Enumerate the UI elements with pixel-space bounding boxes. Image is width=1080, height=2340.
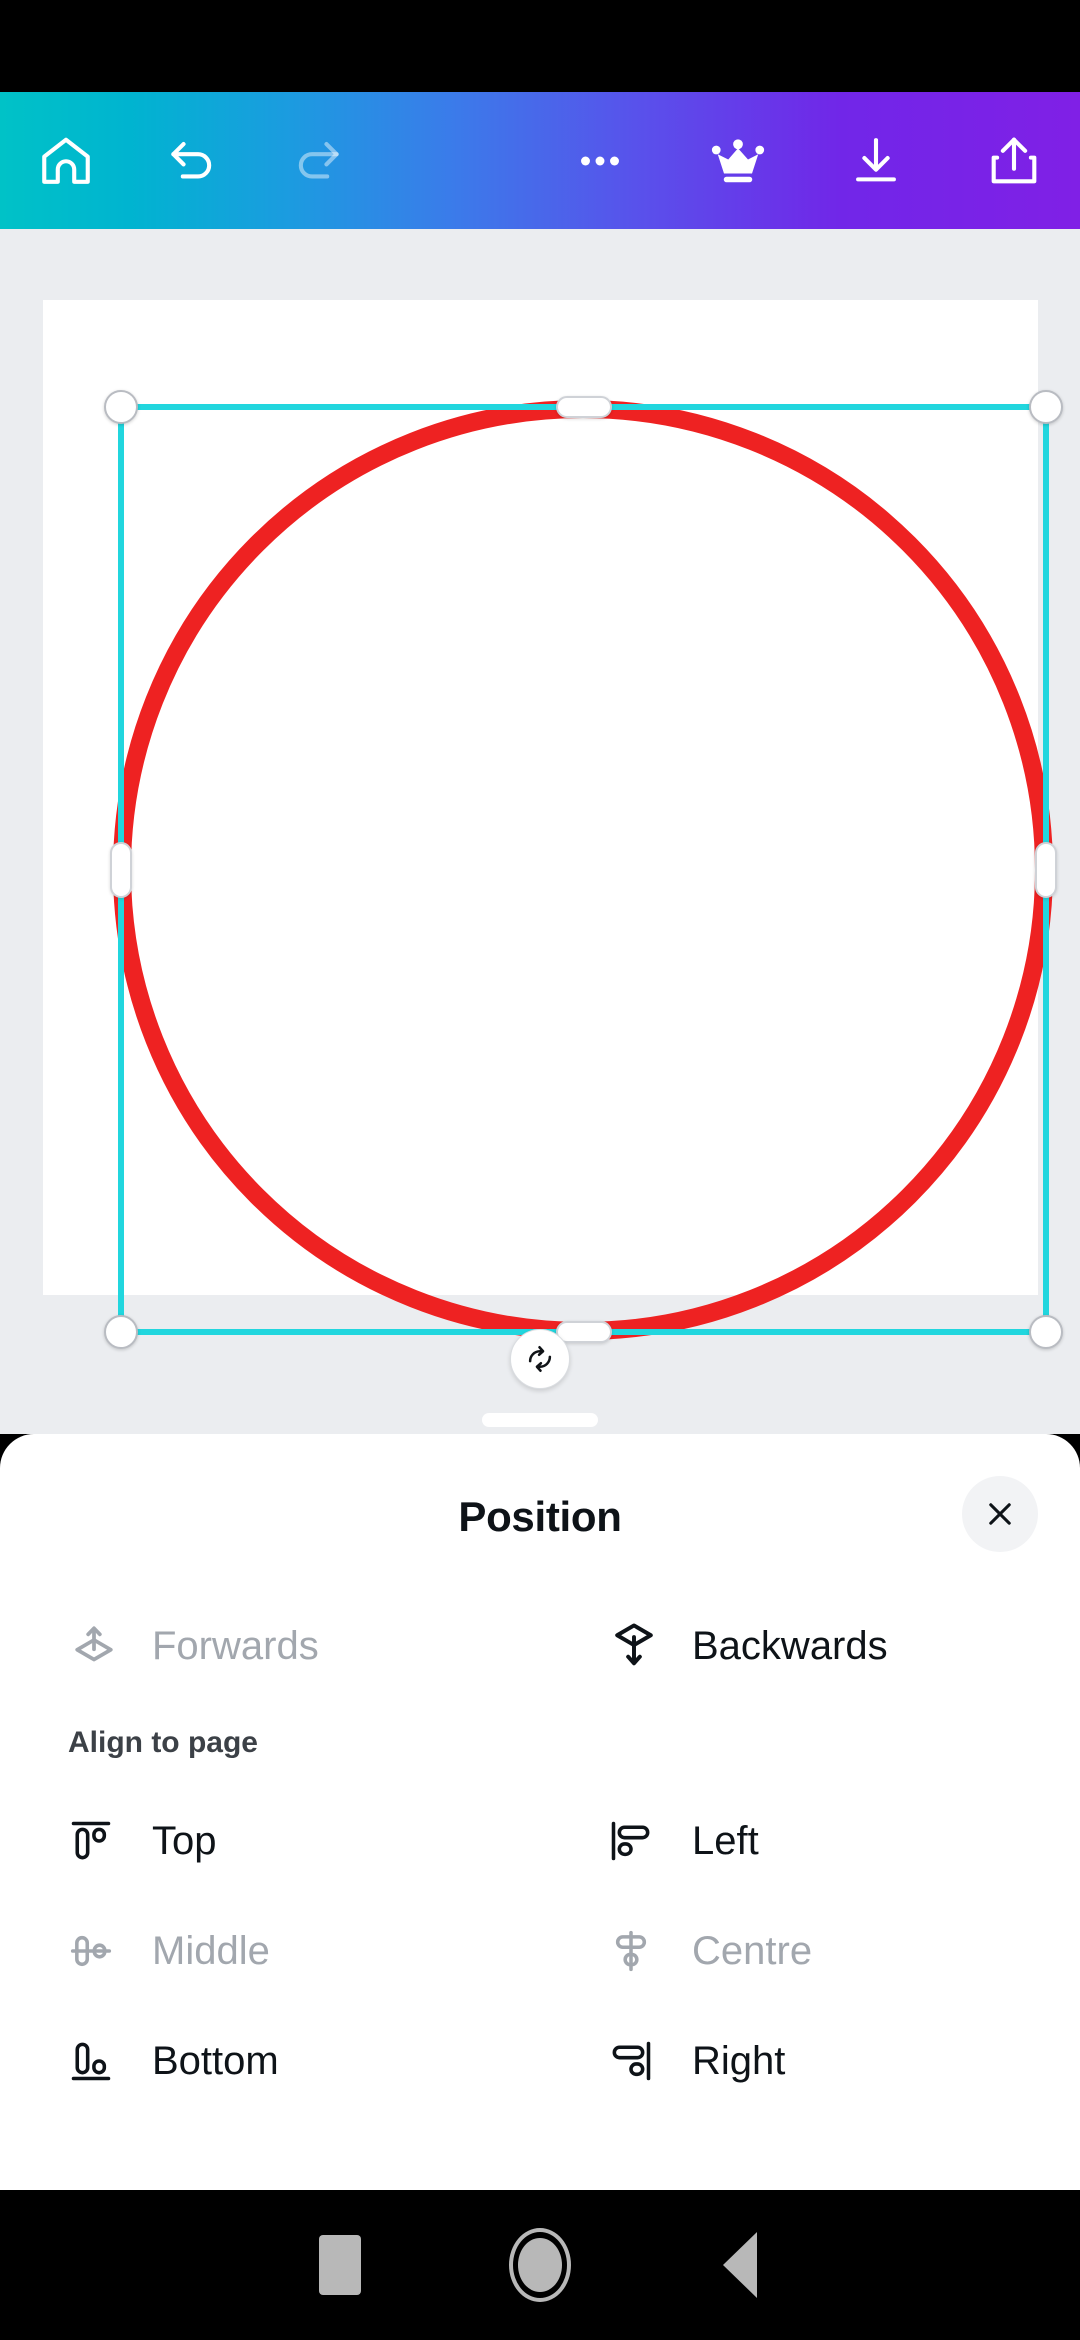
undo-icon bbox=[163, 132, 221, 190]
design-page[interactable] bbox=[43, 300, 1063, 1349]
redo-button[interactable] bbox=[270, 113, 366, 209]
align-top-button[interactable]: Top bbox=[0, 1786, 540, 1896]
order-actions-row: Forwards Backwards bbox=[0, 1582, 1080, 1710]
sheet-drag-grabber[interactable] bbox=[482, 1413, 598, 1427]
align-row-3: Bottom Right bbox=[0, 2006, 1080, 2116]
resize-handle-bottom-left[interactable] bbox=[104, 1315, 138, 1349]
canvas-workspace[interactable] bbox=[0, 229, 1080, 1434]
nav-back-button[interactable] bbox=[640, 2190, 840, 2340]
share-upload-icon bbox=[985, 132, 1043, 190]
redo-icon bbox=[289, 132, 347, 190]
resize-handle-top-right[interactable] bbox=[1029, 390, 1063, 424]
rotate-icon bbox=[524, 1343, 556, 1375]
circle-icon-inner bbox=[518, 2238, 562, 2292]
align-bottom-icon bbox=[66, 2036, 116, 2086]
pro-button[interactable] bbox=[690, 113, 786, 209]
rotate-handle[interactable] bbox=[510, 1329, 570, 1389]
align-centre-icon bbox=[606, 1926, 656, 1976]
align-left-icon bbox=[606, 1816, 656, 1866]
forwards-button[interactable]: Forwards bbox=[0, 1582, 540, 1710]
resize-handle-left[interactable] bbox=[110, 841, 132, 898]
panel-title: Position bbox=[458, 1493, 622, 1540]
align-bottom-label: Bottom bbox=[152, 2038, 279, 2083]
send-backwards-icon bbox=[606, 1618, 662, 1674]
align-middle-label: Middle bbox=[152, 1928, 270, 1973]
align-bottom-button[interactable]: Bottom bbox=[0, 2006, 540, 2116]
home-button[interactable] bbox=[18, 113, 114, 209]
align-row-1: Top Left bbox=[0, 1786, 1080, 1896]
align-middle-button[interactable]: Middle bbox=[0, 1896, 540, 2006]
panel-header: Position bbox=[0, 1434, 1080, 1582]
download-icon bbox=[847, 132, 905, 190]
triangle-left-icon bbox=[723, 2232, 757, 2298]
home-icon bbox=[37, 132, 95, 190]
top-toolbar bbox=[0, 92, 1080, 229]
forwards-label: Forwards bbox=[152, 1623, 319, 1668]
align-right-label: Right bbox=[692, 2038, 786, 2083]
square-icon bbox=[319, 2235, 361, 2295]
circle-icon bbox=[509, 2228, 571, 2302]
resize-handle-right[interactable] bbox=[1035, 841, 1057, 898]
resize-handle-bottom[interactable] bbox=[555, 1321, 612, 1343]
align-middle-icon bbox=[66, 1926, 116, 1976]
align-right-button[interactable]: Right bbox=[540, 2006, 1080, 2116]
align-centre-button[interactable]: Centre bbox=[540, 1896, 1080, 2006]
resize-handle-bottom-right[interactable] bbox=[1029, 1315, 1063, 1349]
backwards-label: Backwards bbox=[692, 1623, 888, 1668]
align-left-label: Left bbox=[692, 1818, 759, 1863]
share-button[interactable] bbox=[966, 113, 1062, 209]
status-bar bbox=[0, 0, 1080, 92]
resize-handle-top[interactable] bbox=[555, 396, 612, 418]
close-button[interactable] bbox=[962, 1476, 1038, 1552]
nav-recents-button[interactable] bbox=[240, 2190, 440, 2340]
more-horizontal-icon bbox=[571, 132, 629, 190]
crown-icon bbox=[708, 131, 768, 191]
system-navigation-bar bbox=[0, 2190, 1080, 2340]
align-left-button[interactable]: Left bbox=[540, 1786, 1080, 1896]
nav-home-button[interactable] bbox=[440, 2190, 640, 2340]
resize-handle-top-left[interactable] bbox=[104, 390, 138, 424]
align-top-label: Top bbox=[152, 1818, 217, 1863]
download-button[interactable] bbox=[828, 113, 924, 209]
more-button[interactable] bbox=[552, 113, 648, 209]
position-panel: Position Forwards Backwards Align to pag… bbox=[0, 1434, 1080, 2190]
align-top-icon bbox=[66, 1816, 116, 1866]
align-centre-label: Centre bbox=[692, 1928, 813, 1973]
selection-frame[interactable] bbox=[104, 390, 1063, 1349]
align-right-icon bbox=[606, 2036, 656, 2086]
bring-forwards-icon bbox=[66, 1618, 122, 1674]
close-icon bbox=[983, 1497, 1017, 1531]
backwards-button[interactable]: Backwards bbox=[540, 1582, 1080, 1710]
align-row-2: Middle Centre bbox=[0, 1896, 1080, 2006]
undo-button[interactable] bbox=[144, 113, 240, 209]
align-section-heading: Align to page bbox=[68, 1726, 258, 1759]
